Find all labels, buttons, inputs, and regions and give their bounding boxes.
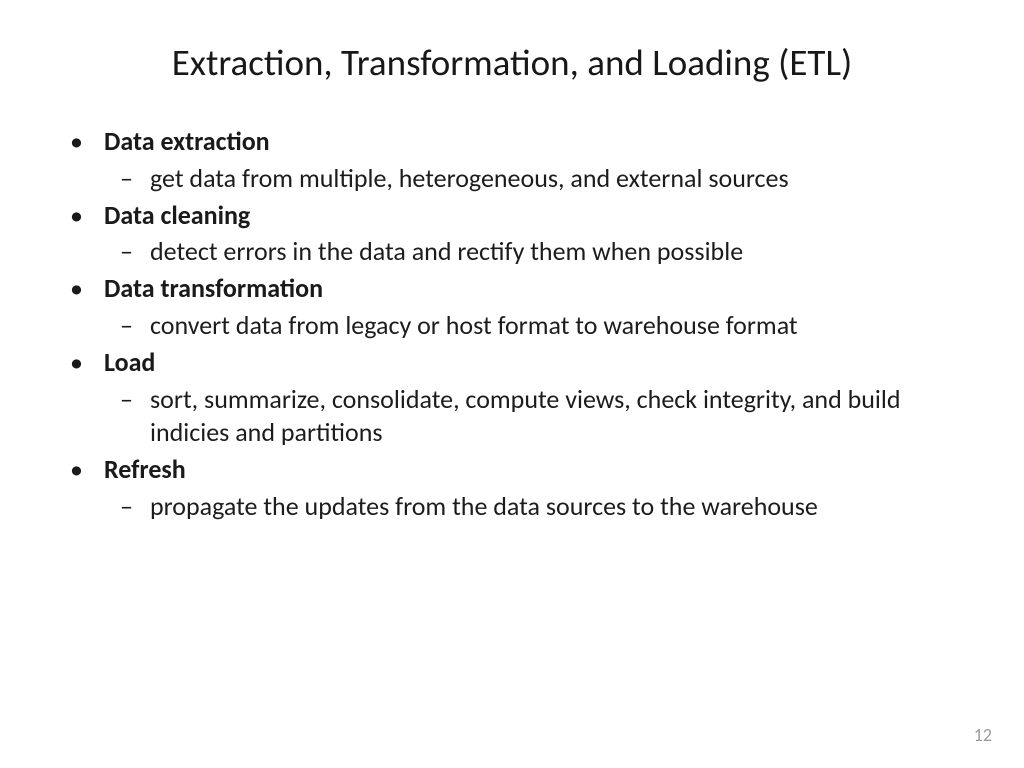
sub-bullet-text: get data from multiple, heterogeneous, a… [150,162,789,196]
sub-bullet-item: – get data from multiple, heterogeneous,… [120,162,964,196]
dash-marker-icon: – [120,309,138,343]
bullet-marker-icon: • [70,346,84,380]
sub-bullet-text: convert data from legacy or host format … [150,309,798,343]
bullet-item: • Data cleaning [70,199,964,233]
bullet-marker-icon: • [70,453,84,487]
page-number: 12 [974,724,992,746]
bullet-label: Data transformation [104,272,323,306]
slide-content: • Data extraction – get data from multip… [60,125,964,524]
bullet-item: • Data extraction [70,125,964,159]
dash-marker-icon: – [120,162,138,196]
bullet-label: Refresh [104,453,186,487]
sub-bullet-item: – propagate the updates from the data so… [120,490,964,524]
sub-bullet-item: – detect errors in the data and rectify … [120,235,964,269]
dash-marker-icon: – [120,490,138,524]
sub-bullet-text: sort, summarize, consolidate, compute vi… [150,383,934,451]
bullet-label: Load [104,346,155,380]
slide-title: Extraction, Transformation, and Loading … [60,40,964,85]
bullet-item: • Refresh [70,453,964,487]
dash-marker-icon: – [120,383,138,417]
sub-bullet-text: propagate the updates from the data sour… [150,490,818,524]
bullet-item: • Data transformation [70,272,964,306]
bullet-marker-icon: • [70,272,84,306]
bullet-label: Data extraction [104,125,270,159]
sub-bullet-text: detect errors in the data and rectify th… [150,235,743,269]
sub-bullet-item: – convert data from legacy or host forma… [120,309,964,343]
dash-marker-icon: – [120,235,138,269]
bullet-marker-icon: • [70,125,84,159]
bullet-label: Data cleaning [104,199,250,233]
bullet-marker-icon: • [70,199,84,233]
bullet-item: • Load [70,346,964,380]
sub-bullet-item: – sort, summarize, consolidate, compute … [120,383,964,451]
